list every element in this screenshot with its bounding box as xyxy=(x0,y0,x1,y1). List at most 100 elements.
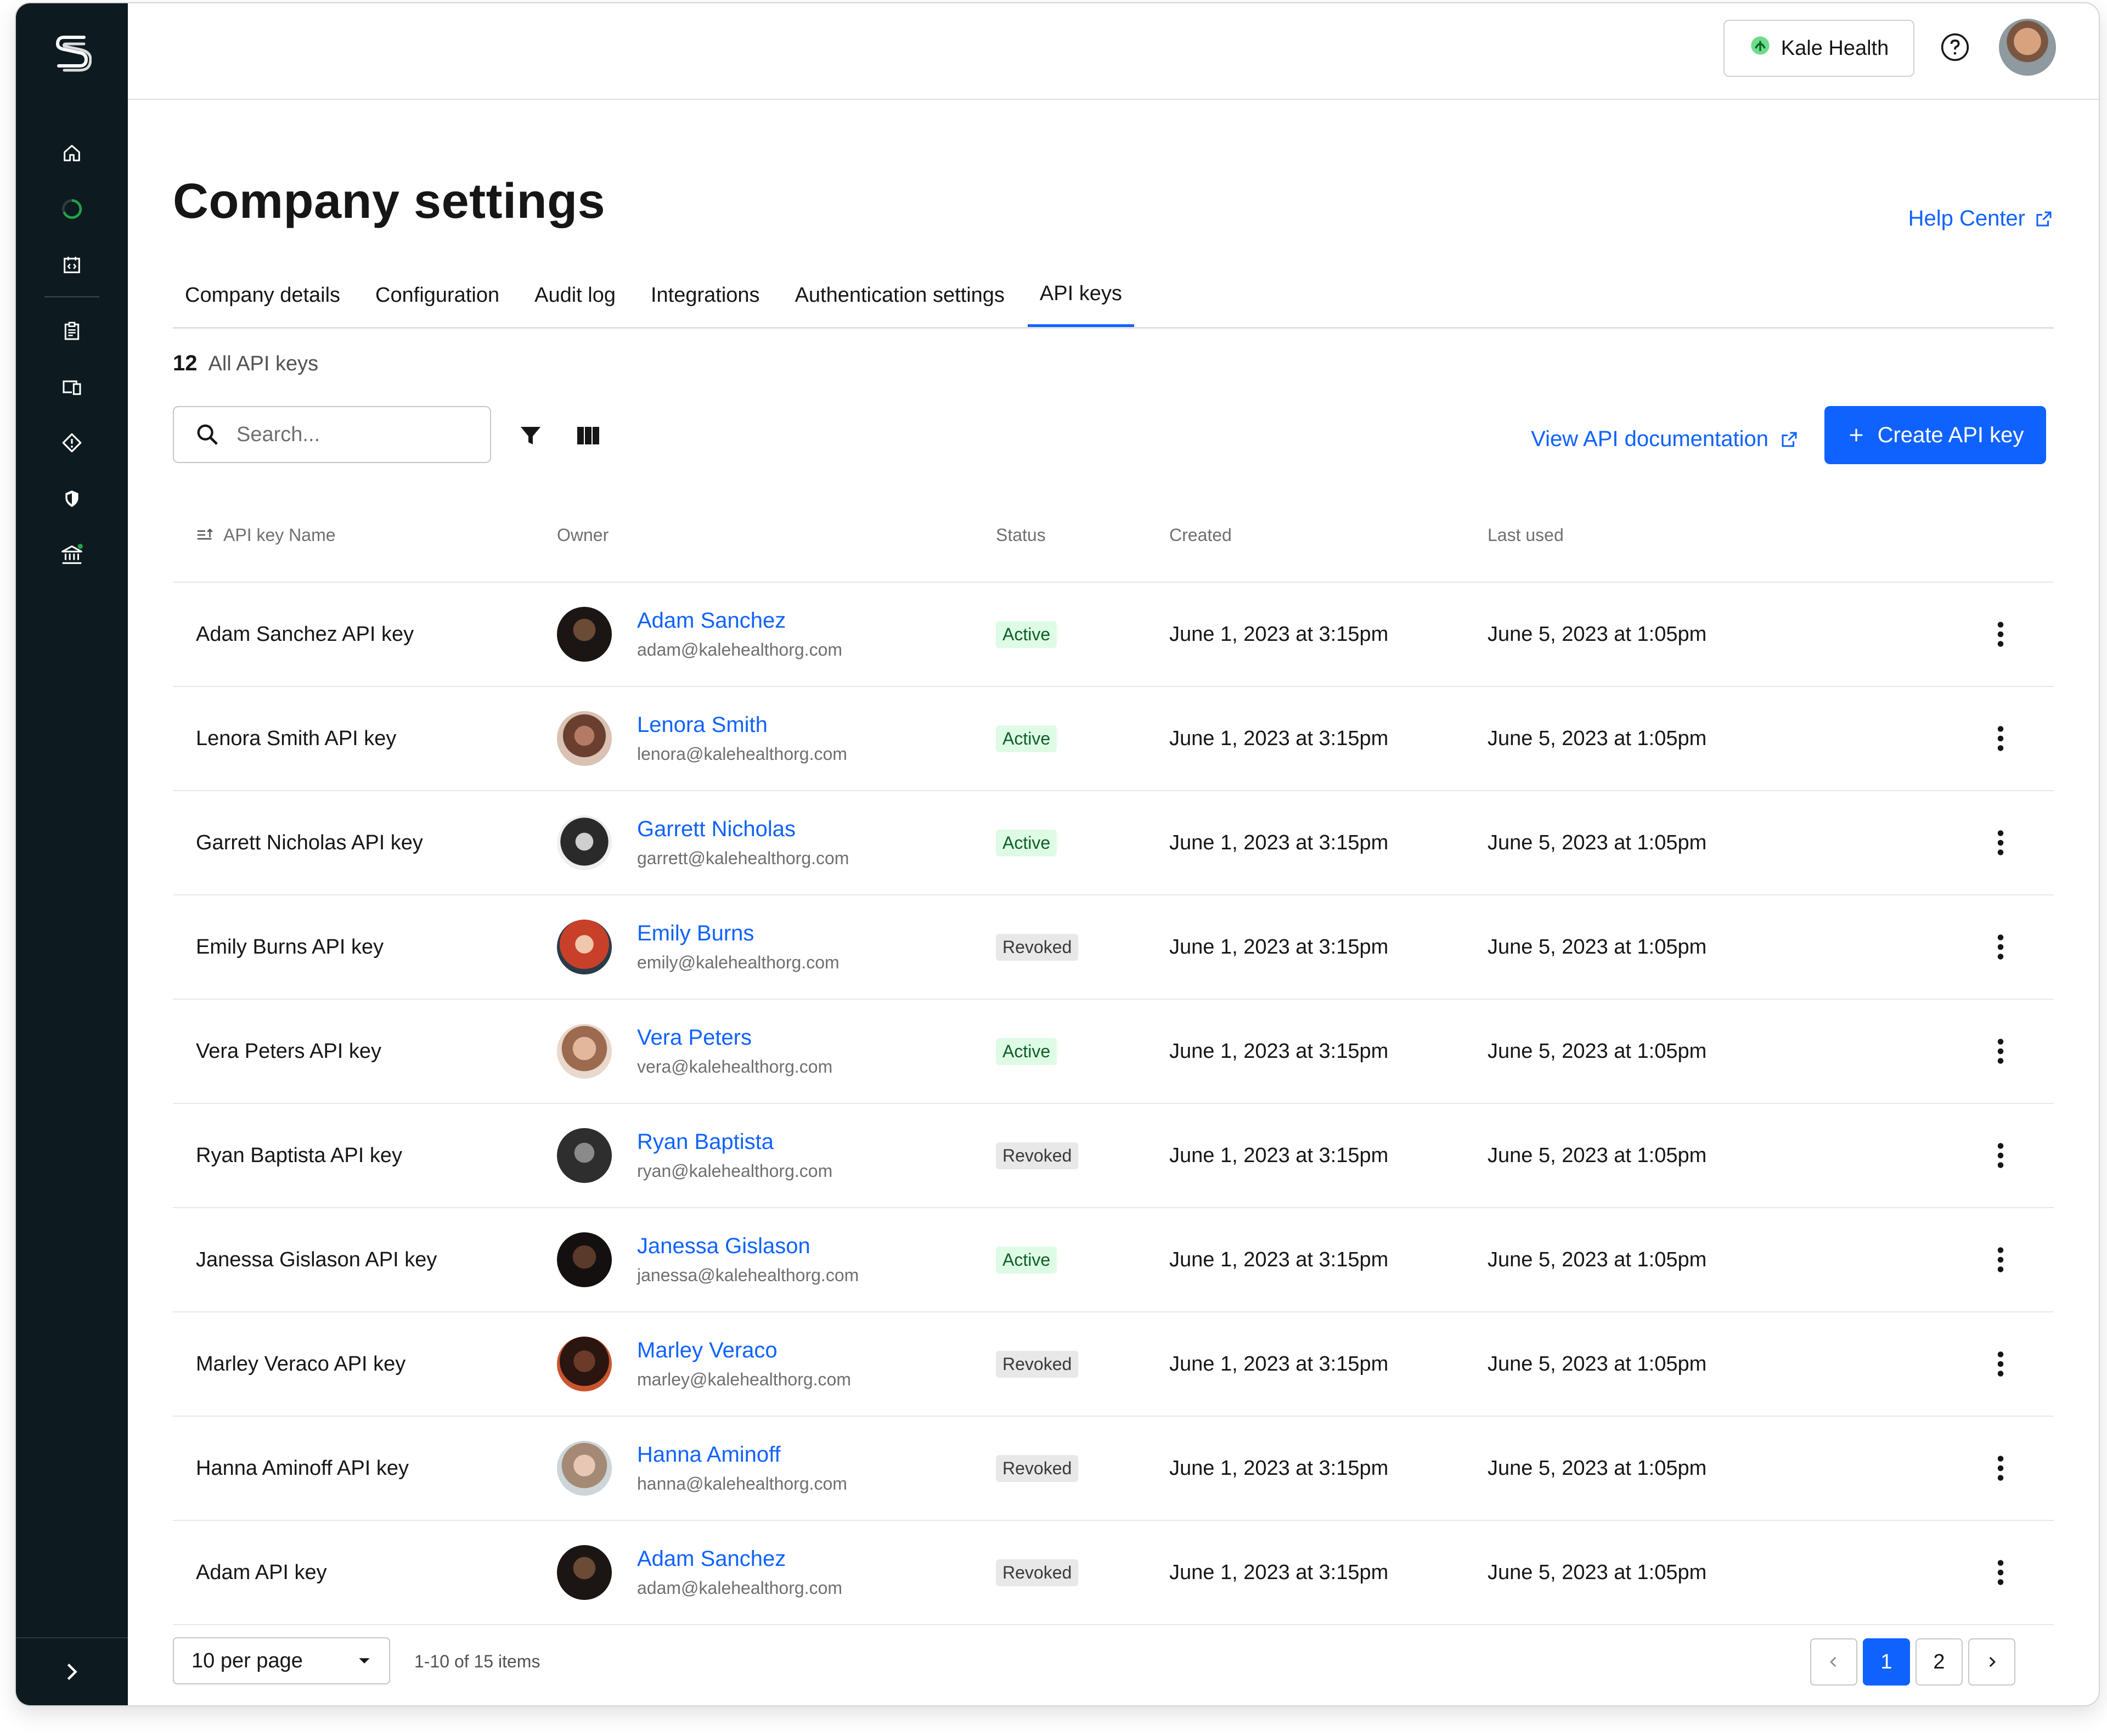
next-page-button[interactable] xyxy=(1968,1638,2015,1686)
owner-name-link[interactable]: Hanna Aminoff xyxy=(637,1442,847,1467)
sidebar-expand-button[interactable] xyxy=(16,1637,128,1705)
column-header-created[interactable]: Created xyxy=(1169,525,1232,545)
organization-switcher[interactable]: Kale Health xyxy=(1723,20,1914,77)
column-header-name[interactable]: API key Name xyxy=(196,525,336,545)
owner-name-link[interactable]: Marley Veraco xyxy=(637,1338,851,1363)
owner-avatar xyxy=(557,1128,612,1183)
help-icon[interactable] xyxy=(1940,32,1970,63)
last-used-date: June 5, 2023 at 1:05pm xyxy=(1488,1352,1707,1376)
status-cell: Active xyxy=(996,1038,1057,1065)
table-row[interactable]: Ryan Baptista API key Ryan Baptista ryan@k… xyxy=(173,1104,2054,1208)
owner-name-link[interactable]: Vera Peters xyxy=(637,1025,832,1050)
overflow-menu-icon[interactable] xyxy=(1992,1348,2009,1380)
overflow-menu-icon[interactable] xyxy=(1992,1139,2009,1172)
shield-icon[interactable] xyxy=(58,485,86,512)
organization-logo-icon xyxy=(1749,35,1771,62)
table-row[interactable]: Adam API key Adam Sanchez adam@kalehealtho… xyxy=(173,1521,2054,1625)
search-box[interactable] xyxy=(173,406,491,463)
filter-icon[interactable] xyxy=(517,422,548,450)
api-key-name: Ryan Baptista API key xyxy=(196,1143,402,1167)
api-key-name: Lenora Smith API key xyxy=(196,726,397,750)
tab-configuration[interactable]: Configuration xyxy=(363,263,511,327)
tab-integrations[interactable]: Integrations xyxy=(639,263,772,327)
per-page-value: 10 per page xyxy=(191,1649,303,1672)
created-date: June 1, 2023 at 3:15pm xyxy=(1169,622,1389,646)
user-avatar[interactable] xyxy=(1999,19,2056,76)
created-date: June 1, 2023 at 3:15pm xyxy=(1169,831,1389,854)
diamond-alert-icon[interactable] xyxy=(58,429,86,456)
search-input[interactable] xyxy=(235,422,468,447)
page-2-button[interactable]: 2 xyxy=(1916,1638,1963,1686)
overflow-menu-icon[interactable] xyxy=(1992,1243,2009,1276)
view-api-documentation-link[interactable]: View API documentation xyxy=(1531,427,1799,452)
owner-avatar xyxy=(557,1337,612,1391)
last-used-date: June 5, 2023 at 1:05pm xyxy=(1488,831,1707,854)
table-row[interactable]: Vera Peters API key Vera Peters vera@kaleh… xyxy=(173,1000,2054,1104)
overflow-menu-icon[interactable] xyxy=(1992,722,2009,755)
owner-name-link[interactable]: Adam Sanchez xyxy=(637,608,842,633)
overflow-menu-icon[interactable] xyxy=(1992,618,2009,651)
code-calendar-icon[interactable] xyxy=(58,251,86,279)
owner-name-link[interactable]: Lenora Smith xyxy=(637,713,847,737)
tab-api-keys[interactable]: API keys xyxy=(1027,263,1134,327)
tab-company-details[interactable]: Company details xyxy=(173,263,352,327)
owner-name-link[interactable]: Janessa Gislason xyxy=(637,1234,859,1259)
owner-cell: Marley Veraco marley@kalehealthorg.com xyxy=(557,1337,851,1391)
owner-cell: Garrett Nicholas garrett@kalehealthorg.co… xyxy=(557,815,849,870)
status-cell: Revoked xyxy=(996,1455,1079,1482)
devices-icon[interactable] xyxy=(58,373,86,401)
previous-page-button[interactable] xyxy=(1810,1638,1857,1686)
owner-cell: Vera Peters vera@kalehealthorg.com xyxy=(557,1024,832,1079)
plus-icon xyxy=(1850,429,1862,442)
tab-authentication-settings[interactable]: Authentication settings xyxy=(783,263,1017,327)
app-window: Kale Health Company settings Help Center… xyxy=(15,2,2100,1706)
table-row[interactable]: Adam Sanchez API key Adam Sanchez adam@kal… xyxy=(173,583,2054,687)
status-cell: Active xyxy=(996,621,1057,648)
owner-info: Janessa Gislason janessa@kalehealthorg.co… xyxy=(637,1234,859,1286)
tab-audit-log[interactable]: Audit log xyxy=(522,263,628,327)
logo-icon[interactable] xyxy=(52,30,92,74)
home-icon[interactable] xyxy=(58,139,86,167)
owner-name-link[interactable]: Adam Sanchez xyxy=(637,1547,842,1571)
owner-email: ryan@kalehealthorg.com xyxy=(637,1161,833,1181)
owner-name-link[interactable]: Garrett Nicholas xyxy=(637,817,849,842)
bank-icon[interactable] xyxy=(58,541,86,568)
table-row[interactable]: Hanna Aminoff API key Hanna Aminoff hanna@… xyxy=(173,1417,2054,1521)
overflow-menu-icon[interactable] xyxy=(1992,1035,2009,1068)
overflow-menu-icon[interactable] xyxy=(1992,1452,2009,1485)
api-key-name: Adam API key xyxy=(196,1560,327,1584)
column-header-owner[interactable]: Owner xyxy=(557,525,609,545)
status-cell: Active xyxy=(996,1246,1057,1273)
owner-email: vera@kalehealthorg.com xyxy=(637,1057,833,1076)
table-row[interactable]: Lenora Smith API key Lenora Smith lenora@k… xyxy=(173,687,2054,791)
chevron-left-icon xyxy=(1830,1656,1836,1667)
columns-icon[interactable] xyxy=(574,422,605,450)
owner-name-link[interactable]: Emily Burns xyxy=(637,921,840,946)
settings-tabs: Company details Configuration Audit log … xyxy=(173,263,2054,329)
per-page-select[interactable]: 10 per page xyxy=(173,1637,390,1684)
owner-info: Marley Veraco marley@kalehealthorg.com xyxy=(637,1338,851,1390)
created-date: June 1, 2023 at 3:15pm xyxy=(1169,1352,1389,1376)
column-header-status[interactable]: Status xyxy=(996,525,1046,545)
table-row[interactable]: Garrett Nicholas API key Garrett Nicholas… xyxy=(173,791,2054,895)
help-center-link[interactable]: Help Center xyxy=(1908,206,2054,231)
owner-avatar xyxy=(557,1232,612,1287)
overflow-menu-icon[interactable] xyxy=(1992,826,2009,859)
page-1-button[interactable]: 1 xyxy=(1863,1638,1910,1686)
overflow-menu-icon[interactable] xyxy=(1992,1556,2009,1589)
table-row[interactable]: Janessa Gislason API key Janessa Gislason… xyxy=(173,1208,2054,1312)
clipboard-icon[interactable] xyxy=(58,317,86,345)
owner-email: marley@kalehealthorg.com xyxy=(637,1369,851,1389)
created-date: June 1, 2023 at 3:15pm xyxy=(1169,1143,1389,1167)
search-icon xyxy=(197,424,218,445)
owner-name-link[interactable]: Ryan Baptista xyxy=(637,1130,832,1154)
overflow-menu-icon[interactable] xyxy=(1992,931,2009,963)
api-key-name: Adam Sanchez API key xyxy=(196,622,414,646)
api-key-name: Emily Burns API key xyxy=(196,935,384,959)
table-row[interactable]: Emily Burns API key Emily Burns emily@kale… xyxy=(173,895,2054,1000)
progress-icon[interactable] xyxy=(58,195,86,223)
organization-name: Kale Health xyxy=(1781,36,1889,60)
column-header-last-used[interactable]: Last used xyxy=(1488,525,1564,545)
create-api-key-button[interactable]: Create API key xyxy=(1824,406,2046,464)
table-row[interactable]: Marley Veraco API key Marley Veraco marley… xyxy=(173,1312,2054,1417)
